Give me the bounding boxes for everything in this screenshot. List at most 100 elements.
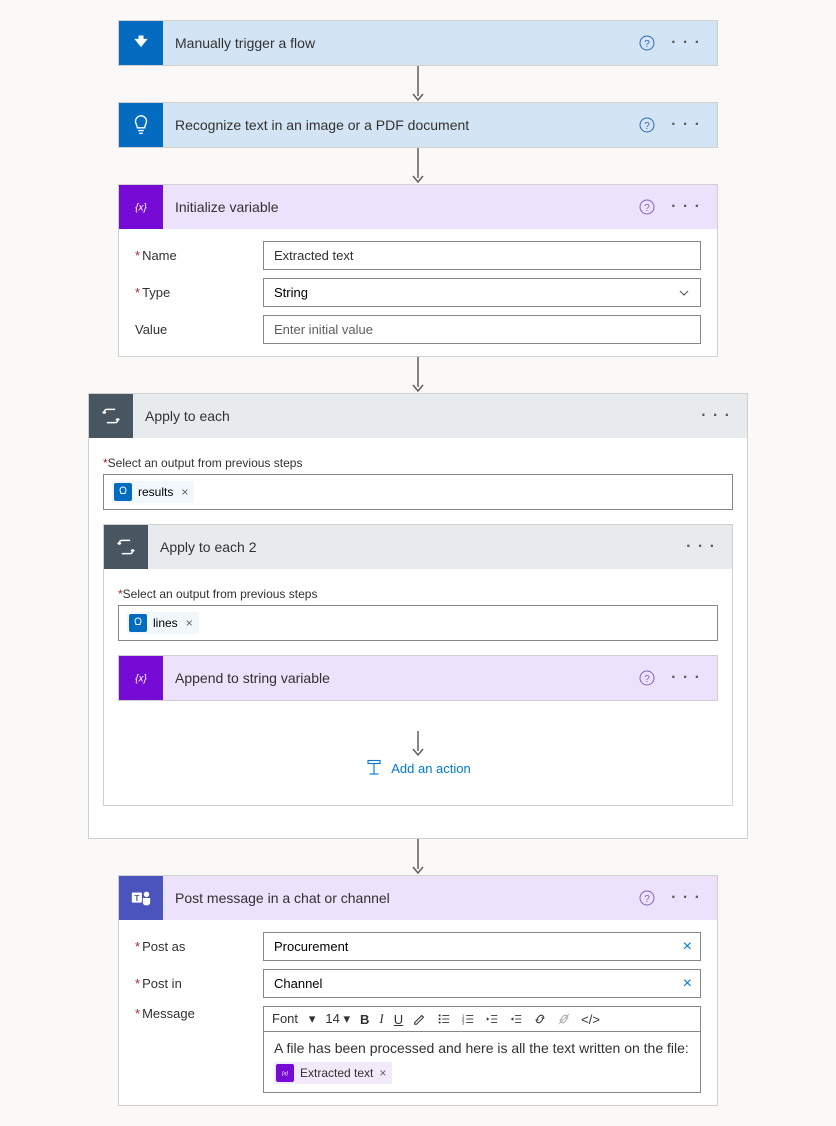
add-action-button[interactable]: Add an action — [365, 759, 471, 777]
type-select[interactable]: String — [263, 278, 701, 307]
value-label: Value — [135, 322, 263, 337]
post-as-label: Post as — [135, 939, 263, 954]
connector-arrow — [410, 731, 426, 759]
step-apply-to-each-2[interactable]: Apply to each 2 · · · *Select an output … — [103, 524, 733, 806]
add-action-label: Add an action — [391, 761, 471, 776]
step-post-message[interactable]: T Post message in a chat or channel ? · … — [118, 875, 718, 1106]
help-icon[interactable]: ? — [639, 199, 655, 215]
step-title: Initialize variable — [163, 199, 639, 215]
step-title: Append to string variable — [163, 670, 639, 686]
ai-builder-icon — [119, 103, 163, 147]
connector-arrow — [410, 148, 426, 184]
loop-icon — [104, 525, 148, 569]
step-title: Recognize text in an image or a PDF docu… — [163, 117, 639, 133]
bullet-list-button[interactable] — [437, 1012, 451, 1026]
more-icon[interactable]: · · · — [671, 116, 701, 134]
svg-text:?: ? — [644, 121, 650, 132]
help-icon[interactable]: ? — [639, 35, 655, 51]
connector-arrow — [410, 66, 426, 102]
step-title: Post message in a chat or channel — [163, 890, 639, 906]
svg-text:{x}: {x} — [282, 1071, 289, 1077]
step-apply-to-each[interactable]: Apply to each · · · *Select an output fr… — [88, 393, 748, 839]
loop-icon — [89, 394, 133, 438]
token-chip-results[interactable]: results × — [112, 481, 194, 503]
svg-text:?: ? — [644, 203, 650, 214]
variable-chip-extracted-text[interactable]: {x} Extracted text × — [274, 1062, 392, 1084]
step-recognize-text[interactable]: Recognize text in an image or a PDF docu… — [118, 102, 718, 148]
step-initialize-variable[interactable]: {x} Initialize variable ? · · · Name Typ… — [118, 184, 718, 357]
indent-button[interactable] — [509, 1012, 523, 1026]
step-title: Apply to each — [133, 408, 701, 424]
variable-icon: {x} — [276, 1064, 294, 1082]
step-manual-trigger[interactable]: Manually trigger a flow ? · · · — [118, 20, 718, 66]
trigger-icon — [119, 21, 163, 65]
post-as-input[interactable]: × — [263, 932, 701, 961]
more-icon[interactable]: · · · — [701, 407, 731, 425]
more-icon[interactable]: · · · — [671, 669, 701, 687]
more-icon[interactable]: · · · — [671, 34, 701, 52]
highlight-button[interactable] — [413, 1012, 427, 1026]
step-title: Apply to each 2 — [148, 539, 686, 555]
help-icon[interactable]: ? — [639, 670, 655, 686]
post-in-label: Post in — [135, 976, 263, 991]
remove-token-icon[interactable]: × — [181, 485, 188, 499]
output-token-input[interactable]: results × — [103, 474, 733, 510]
token-label: results — [138, 485, 173, 499]
name-label: Name — [135, 248, 263, 263]
svg-text:?: ? — [644, 674, 650, 685]
help-icon[interactable]: ? — [639, 117, 655, 133]
more-icon[interactable]: · · · — [671, 198, 701, 216]
svg-text:3: 3 — [462, 1020, 465, 1025]
help-icon[interactable]: ? — [639, 890, 655, 906]
unlink-button[interactable] — [557, 1012, 571, 1026]
ai-builder-icon — [129, 614, 147, 632]
italic-button[interactable]: I — [379, 1011, 383, 1027]
variable-icon: {x} — [119, 185, 163, 229]
more-icon[interactable]: · · · — [686, 538, 716, 556]
connector-arrow — [410, 357, 426, 393]
font-select[interactable]: Font ▾ — [272, 1011, 315, 1027]
outdent-button[interactable] — [485, 1012, 499, 1026]
token-label: lines — [153, 616, 178, 630]
add-action-icon — [365, 759, 383, 777]
post-in-input[interactable]: × — [263, 969, 701, 998]
post-in-value[interactable] — [272, 970, 683, 997]
output-token-input[interactable]: lines × — [118, 605, 718, 641]
ai-builder-icon — [114, 483, 132, 501]
output-label: *Select an output from previous steps — [118, 587, 718, 601]
token-chip-lines[interactable]: lines × — [127, 612, 199, 634]
message-label: Message — [135, 1006, 263, 1021]
code-view-button[interactable]: </> — [581, 1012, 600, 1027]
underline-button[interactable]: U — [394, 1012, 403, 1027]
svg-text:?: ? — [644, 894, 650, 905]
svg-text:?: ? — [644, 39, 650, 50]
svg-text:{x}: {x} — [135, 202, 147, 213]
variable-icon: {x} — [119, 656, 163, 700]
chevron-down-icon — [678, 287, 690, 299]
message-text: A file has been processed and here is al… — [274, 1040, 690, 1056]
rte-toolbar: Font ▾ 14 ▾ B I U 123 </> — [263, 1006, 701, 1032]
link-button[interactable] — [533, 1012, 547, 1026]
message-editor[interactable]: A file has been processed and here is al… — [263, 1032, 701, 1093]
more-icon[interactable]: · · · — [671, 889, 701, 907]
teams-icon: T — [119, 876, 163, 920]
font-size-select[interactable]: 14 ▾ — [325, 1011, 350, 1027]
clear-icon[interactable]: × — [683, 938, 692, 956]
svg-text:T: T — [134, 894, 139, 903]
remove-token-icon[interactable]: × — [186, 616, 193, 630]
number-list-button[interactable]: 123 — [461, 1012, 475, 1026]
step-append-to-string[interactable]: {x} Append to string variable ? · · · — [118, 655, 718, 701]
post-as-value[interactable] — [272, 933, 683, 960]
variable-chip-label: Extracted text — [300, 1066, 373, 1080]
output-label: *Select an output from previous steps — [103, 456, 733, 470]
bold-button[interactable]: B — [360, 1012, 369, 1027]
type-label: Type — [135, 285, 263, 300]
value-input[interactable] — [263, 315, 701, 344]
connector-arrow — [410, 839, 426, 875]
svg-text:{x}: {x} — [135, 673, 147, 684]
name-input[interactable] — [263, 241, 701, 270]
type-value: String — [274, 285, 308, 300]
clear-icon[interactable]: × — [683, 975, 692, 993]
step-title: Manually trigger a flow — [163, 35, 639, 51]
remove-token-icon[interactable]: × — [379, 1066, 386, 1080]
